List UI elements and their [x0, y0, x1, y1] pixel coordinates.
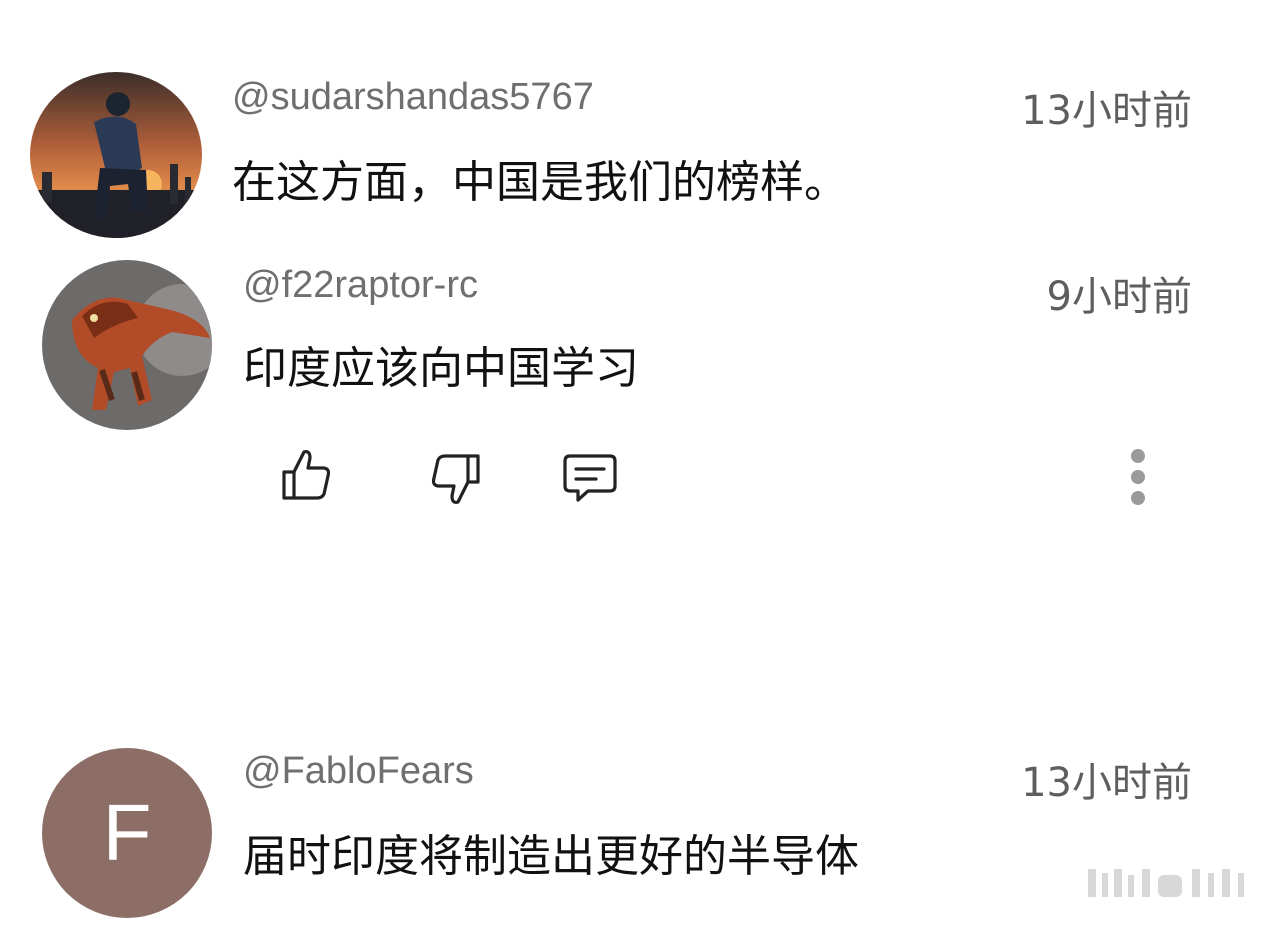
comment-timestamp: 9小时前	[1046, 274, 1192, 320]
comment-icon[interactable]	[562, 452, 618, 504]
avatar[interactable]: F	[42, 748, 212, 918]
avatar[interactable]	[30, 72, 202, 238]
comment-text: 届时印度将制造出更好的半导体	[243, 831, 859, 882]
dinosaur-avatar-icon	[42, 260, 212, 430]
comment-author-handle[interactable]: @sudarshandas5767	[232, 76, 594, 119]
comment-text: 印度应该向中国学习	[243, 343, 639, 394]
thumbs-down-icon[interactable]	[430, 452, 482, 508]
comment-actions-bar	[0, 440, 1280, 520]
comment-timestamp: 13小时前	[1021, 760, 1192, 806]
comment-timestamp: 13小时前	[1021, 88, 1192, 134]
thumbs-up-icon[interactable]	[280, 446, 332, 502]
avatar[interactable]	[42, 260, 212, 430]
comment-author-handle[interactable]: @f22raptor-rc	[243, 264, 478, 307]
watermark-logo	[1088, 869, 1244, 897]
comment-author-handle[interactable]: @FabloFears	[243, 750, 474, 793]
comment-text: 在这方面，中国是我们的榜样。	[232, 157, 848, 208]
more-vertical-icon[interactable]	[1126, 446, 1150, 510]
silhouette-sunset-avatar-icon	[30, 72, 202, 238]
comment-item: @sudarshandas5767 13小时前 在这方面，中国是我们的榜样。	[0, 0, 1280, 240]
comment-item: @f22raptor-rc 9小时前 印度应该向中国学习	[0, 250, 1280, 430]
